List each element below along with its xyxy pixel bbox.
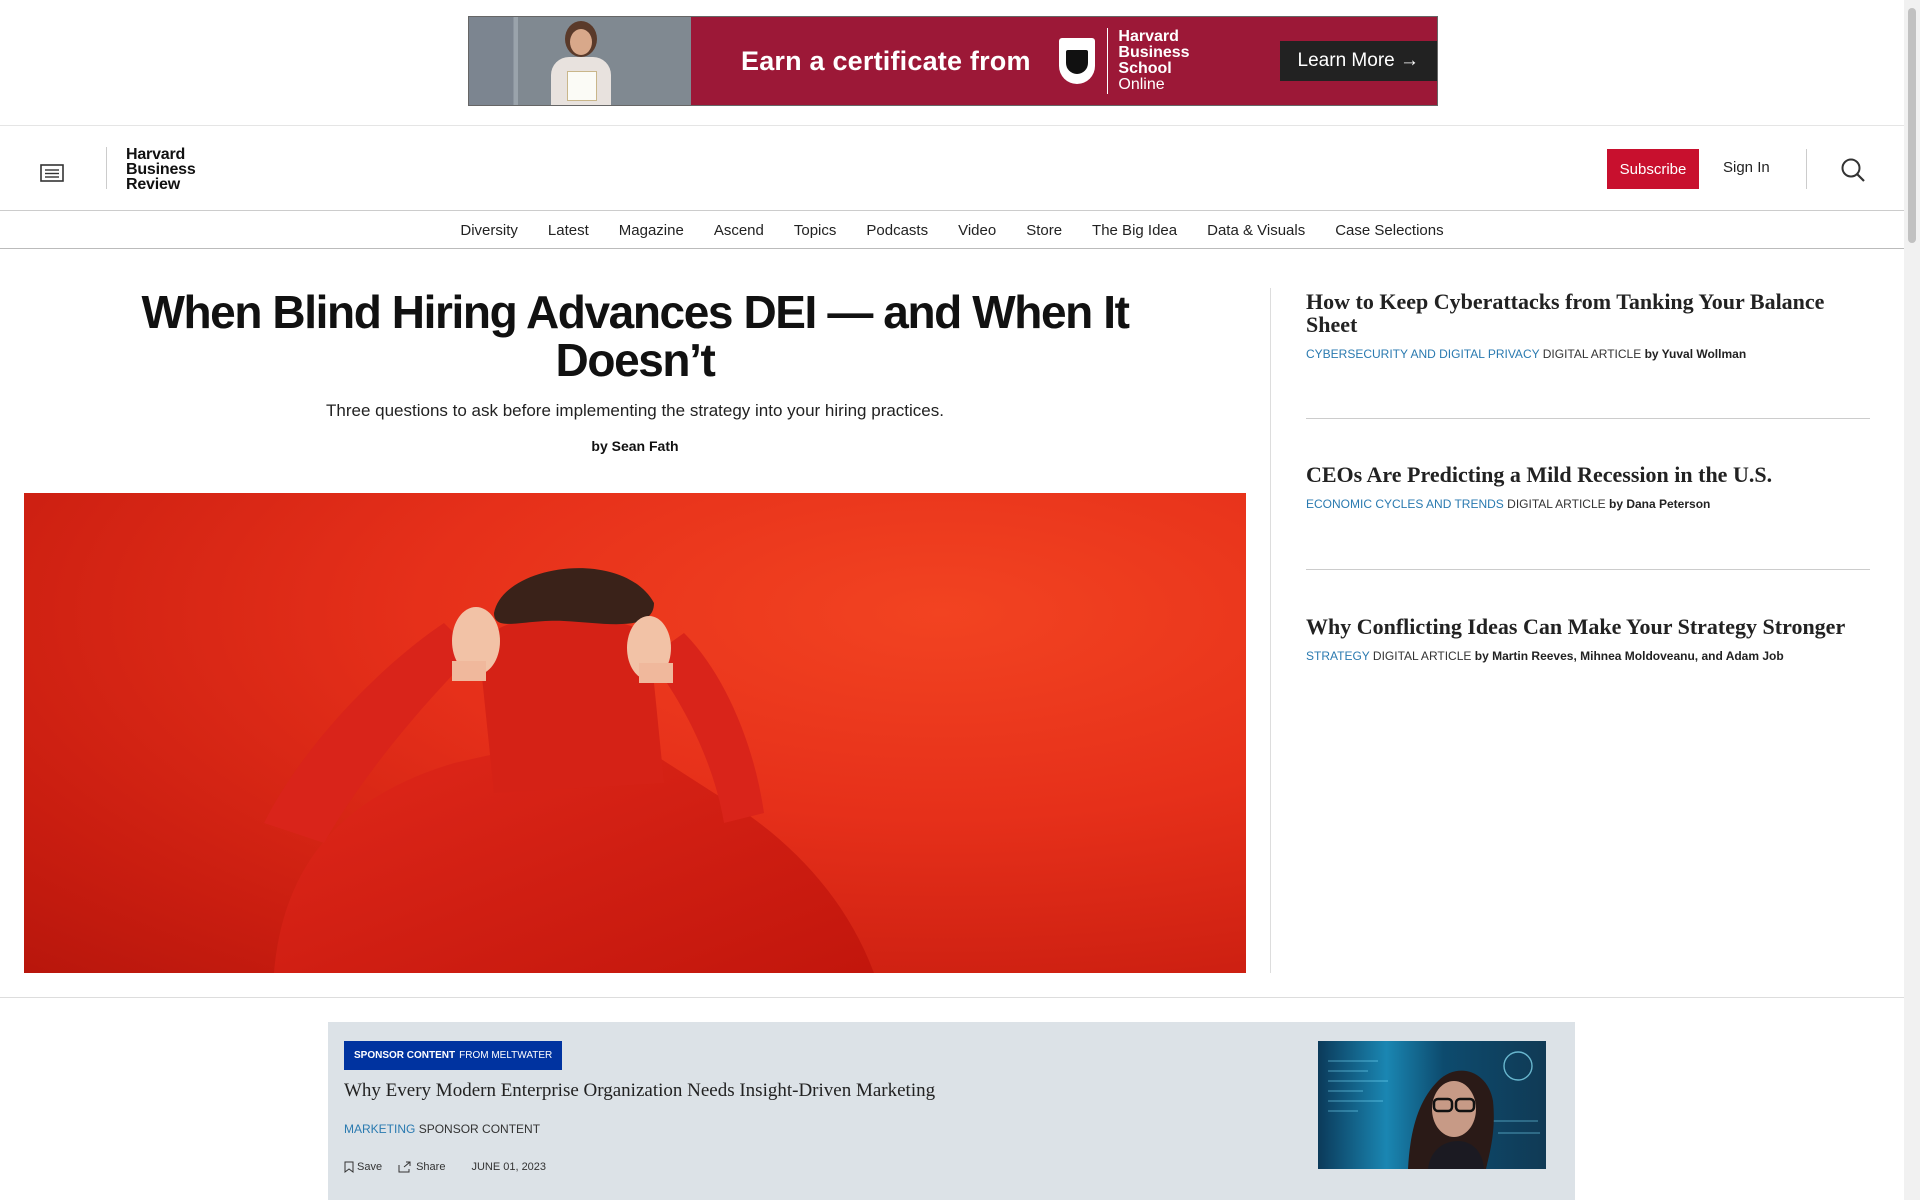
sidebar-article[interactable]: Why Conflicting Ideas Can Make Your Stra…	[1306, 570, 1870, 664]
nav-item-latest[interactable]: Latest	[548, 222, 589, 239]
hbr-logo[interactable]: Harvard Business Review	[126, 147, 196, 193]
nav-item-diversity[interactable]: Diversity	[460, 222, 518, 239]
article-type: Digital Article	[1372, 649, 1472, 663]
subscribe-button[interactable]: Subscribe	[1607, 149, 1699, 189]
article-author[interactable]: by Dana Peterson	[1609, 497, 1710, 511]
sidebar-article[interactable]: How to Keep Cyberattacks from Tanking Yo…	[1306, 290, 1870, 419]
sidebar-article-meta: Cybersecurity and Digital Privacy Digita…	[1306, 346, 1870, 362]
ad-photo	[469, 17, 691, 105]
sidebar-latest: How to Keep Cyberattacks from Tanking Yo…	[1306, 288, 1870, 664]
hero-image[interactable]	[24, 493, 1246, 973]
site-header: Harvard Business Review Subscribe Sign I…	[0, 127, 1904, 211]
topic-link[interactable]: MARKETING	[344, 1122, 415, 1136]
ad-person-image	[547, 19, 615, 105]
sponsor-card[interactable]: SPONSOR CONTENT FROM MELTWATER Why Every …	[328, 1022, 1575, 1200]
sponsor-meta: MARKETING SPONSOR CONTENT	[344, 1122, 540, 1136]
ad-divider	[1106, 28, 1109, 94]
sponsor-illustration	[1328, 1051, 1540, 1169]
sidebar-article-title[interactable]: How to Keep Cyberattacks from Tanking Yo…	[1306, 290, 1870, 336]
bookmark-icon	[344, 1161, 354, 1173]
save-button[interactable]: Save	[344, 1161, 382, 1173]
nav-item-topics[interactable]: Topics	[794, 222, 837, 239]
nav-item-ascend[interactable]: Ascend	[714, 222, 764, 239]
sign-in-link[interactable]: Sign In	[1723, 159, 1770, 176]
share-button[interactable]: Share	[398, 1161, 445, 1173]
nav-item-data-visuals[interactable]: Data & Visuals	[1207, 222, 1305, 239]
hero-illustration	[264, 568, 874, 973]
nav-item-big-idea[interactable]: The Big Idea	[1092, 222, 1177, 239]
header-divider-right	[1806, 149, 1807, 189]
section-divider	[0, 997, 1904, 998]
harvard-shield-logo	[1058, 38, 1095, 84]
article-title[interactable]: When Blind Hiring Advances DEI — and Whe…	[24, 288, 1246, 384]
sponsor-title[interactable]: Why Every Modern Enterprise Organization…	[344, 1080, 935, 1102]
scrollbar-thumb[interactable]	[1908, 8, 1916, 243]
nav-item-magazine[interactable]: Magazine	[619, 222, 684, 239]
sponsor-actions: Save Share JUNE 01, 2023	[344, 1161, 546, 1173]
menu-icon[interactable]	[40, 163, 64, 183]
article-author[interactable]: by Martin Reeves, Mihnea Moldoveanu, and…	[1475, 649, 1784, 663]
article-type: Digital Article	[1507, 497, 1606, 511]
article-type: SPONSOR CONTENT	[418, 1122, 541, 1136]
nav-item-case-selections[interactable]: Case Selections	[1335, 222, 1443, 239]
article-author[interactable]: by Yuval Wollman	[1645, 347, 1747, 361]
nav-item-store[interactable]: Store	[1026, 222, 1062, 239]
ad-brand: Harvard Business School Online	[1118, 28, 1190, 93]
sidebar-article-meta: Economic Cycles and Trends Digital Artic…	[1306, 496, 1870, 512]
article-dek: Three questions to ask before implementi…	[326, 401, 944, 420]
ad-learn-more-button[interactable]: Learn More →	[1279, 41, 1437, 81]
share-icon	[398, 1161, 411, 1173]
top-ad-area: Earn a certificate from Harvard Business…	[0, 0, 1904, 126]
sidebar-article-meta: Strategy Digital Article by Martin Reeve…	[1306, 648, 1870, 664]
sidebar-article[interactable]: CEOs Are Predicting a Mild Recession in …	[1306, 419, 1870, 570]
ad-banner[interactable]: Earn a certificate from Harvard Business…	[468, 16, 1438, 106]
topic-link[interactable]: Strategy	[1306, 649, 1370, 663]
search-icon[interactable]	[1840, 157, 1866, 183]
primary-nav: Diversity Latest Magazine Ascend Topics …	[0, 212, 1904, 249]
nav-item-video[interactable]: Video	[958, 222, 996, 239]
column-divider	[1270, 288, 1271, 973]
sponsor-badge: SPONSOR CONTENT FROM MELTWATER	[344, 1041, 563, 1070]
ad-headline: Earn a certificate from	[741, 45, 1031, 76]
sidebar-article-title[interactable]: CEOs Are Predicting a Mild Recession in …	[1306, 463, 1870, 486]
sidebar-article-title[interactable]: Why Conflicting Ideas Can Make Your Stra…	[1306, 615, 1870, 638]
featured-article: When Blind Hiring Advances DEI — and Whe…	[24, 288, 1246, 973]
article-type: Digital Article	[1542, 347, 1642, 361]
sponsor-image[interactable]	[1318, 1041, 1546, 1169]
topic-link[interactable]: Economic Cycles and Trends	[1306, 497, 1504, 511]
nav-item-podcasts[interactable]: Podcasts	[866, 222, 928, 239]
topic-link[interactable]: Cybersecurity and Digital Privacy	[1306, 347, 1539, 361]
page-scrollbar[interactable]	[1904, 0, 1920, 1200]
header-divider	[106, 147, 107, 189]
article-byline[interactable]: by Sean Fath	[24, 438, 1246, 454]
sponsor-date: JUNE 01, 2023	[471, 1161, 547, 1173]
